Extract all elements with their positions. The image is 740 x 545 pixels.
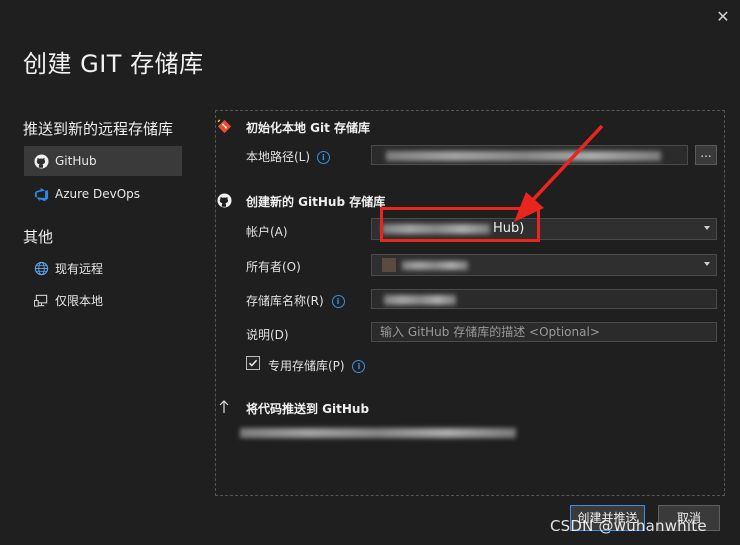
github-icon [33,153,49,169]
repo-name-label-text: 存储库名称(R) [246,294,324,308]
git-icon [216,118,232,134]
sidebar-item-label: 仅限本地 [55,293,104,308]
sidebar-item-azure-devops[interactable]: Azure DevOps [24,179,182,209]
upload-arrow-icon [216,398,232,414]
repo-name-label: 存储库名称(R) i [246,292,345,309]
sidebar-heading-push: 推送到新的远程存储库 [23,120,174,138]
watermark-text: CSDN @wuhanwhite [550,517,707,535]
sidebar-item-label: 现有远程 [55,261,104,276]
checkmark-icon [248,359,258,367]
chevron-down-icon [704,262,710,266]
private-repo-checkbox[interactable] [246,356,260,370]
github-section-title: 创建新的 GitHub 存储库 [246,195,386,209]
browse-button[interactable]: ... [695,145,717,165]
repo-name-input[interactable] [371,289,717,309]
sidebar-item-label: Azure DevOps [55,187,141,201]
owner-dropdown[interactable] [371,254,717,276]
sidebar-item-existing-remote[interactable]: 现有远程 [24,253,182,283]
sidebar-heading-other: 其他 [23,228,54,246]
sidebar-item-local-only[interactable]: 仅限本地 [24,285,182,315]
local-computer-icon [33,292,49,308]
avatar [382,258,396,272]
account-label: 帐户(A) [246,225,288,239]
dialog-title: 创建 GIT 存储库 [23,50,204,78]
info-icon[interactable]: i [316,151,330,164]
sidebar-item-label: GitHub [55,154,97,168]
push-section-title: 将代码推送到 GitHub [246,402,370,416]
azure-devops-icon [33,186,49,202]
init-section-title: 初始化本地 Git 存储库 [246,121,371,135]
sidebar-item-github[interactable]: GitHub [24,146,182,176]
description-placeholder: 输入 GitHub 存储库的描述 <Optional> [380,325,600,339]
info-icon[interactable]: i [352,360,366,373]
local-path-label: 本地路径(L) i [246,148,330,165]
private-repo-label[interactable]: 专用存储库(P) i [268,357,366,374]
description-label: 说明(D) [246,328,289,342]
info-icon[interactable]: i [331,295,345,308]
owner-label: 所有者(O) [246,260,301,274]
local-path-label-text: 本地路径(L) [246,150,311,164]
chevron-down-icon [704,226,710,230]
annotation-arrow-icon [514,124,604,222]
private-repo-label-text: 专用存储库(P) [268,359,345,373]
push-url-redacted [240,428,516,438]
globe-icon [33,260,49,276]
description-input[interactable]: 输入 GitHub 存储库的描述 <Optional> [371,322,717,342]
close-icon[interactable]: ✕ [714,8,732,26]
github-icon [216,192,232,208]
